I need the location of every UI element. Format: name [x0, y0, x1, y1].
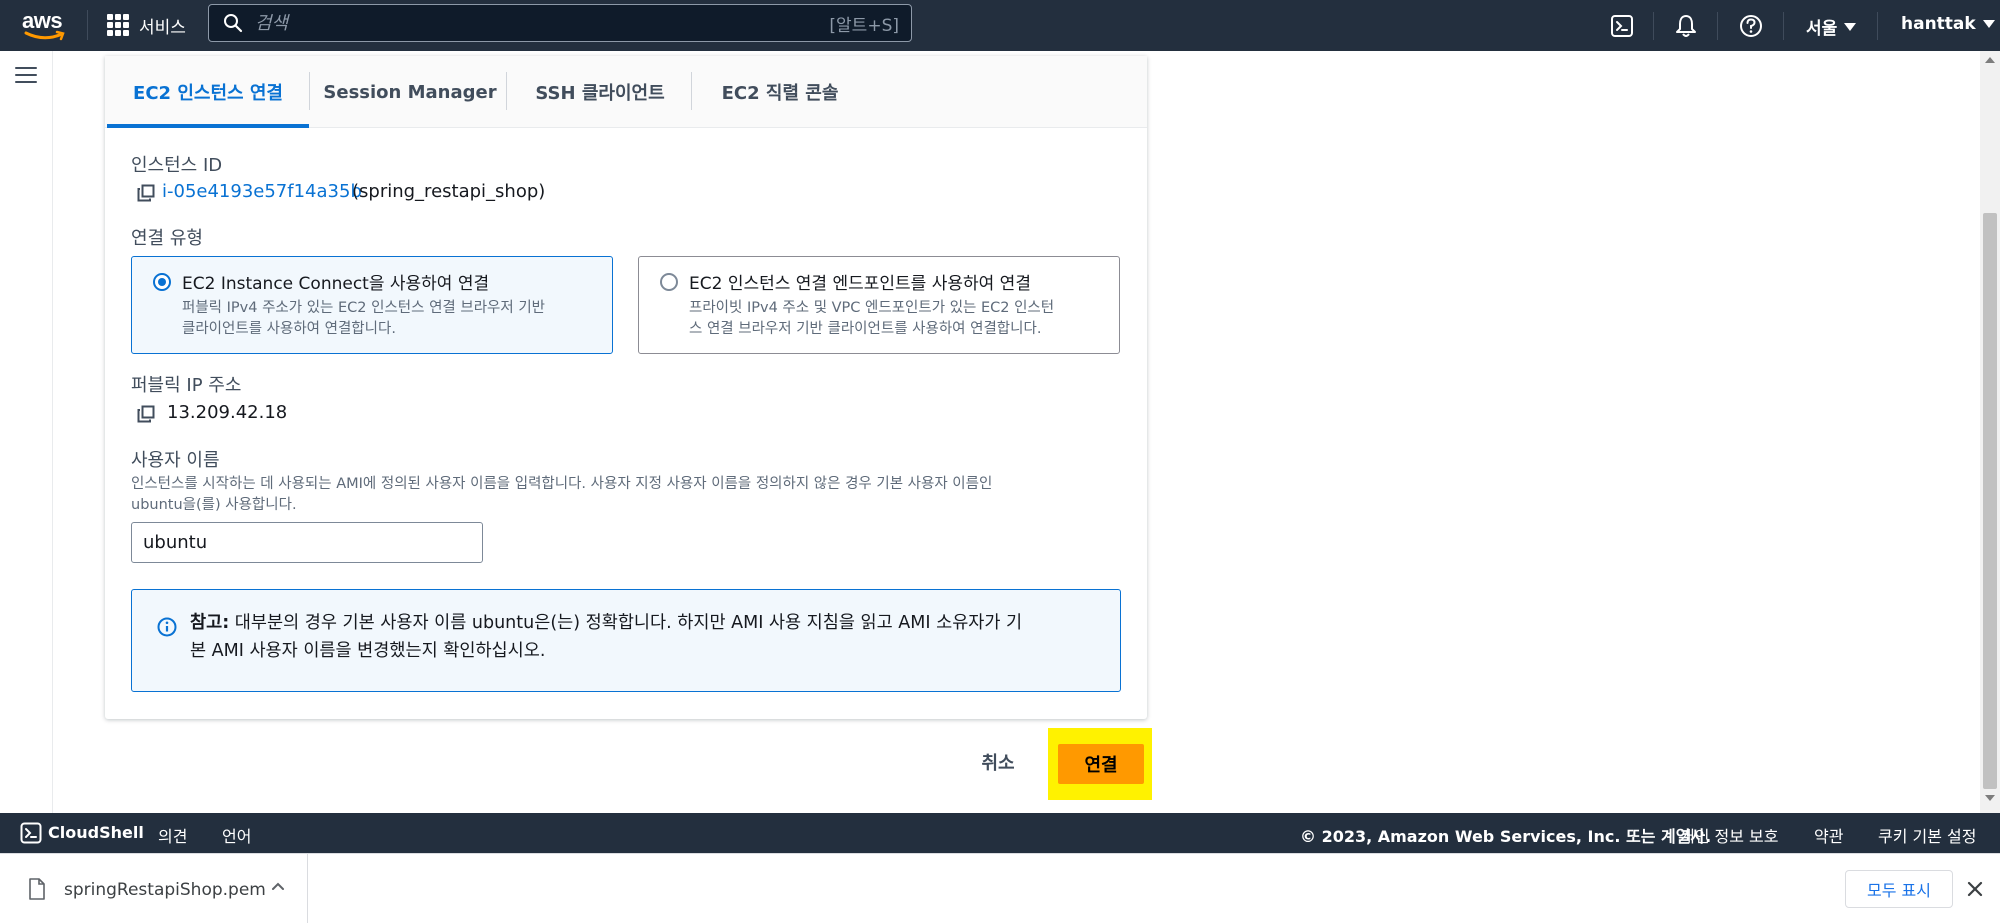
cloudshell-icon[interactable]: [1608, 12, 1636, 40]
footer-cloudshell-link[interactable]: CloudShell: [48, 823, 144, 842]
scroll-down-arrow-icon[interactable]: [1985, 795, 1995, 801]
connection-option-instance-connect[interactable]: EC2 Instance Connect을 사용하여 연결 퍼블릭 IPv4 주…: [131, 256, 613, 354]
notifications-bell-icon[interactable]: [1672, 12, 1700, 40]
public-ip-label: 퍼블릭 IP 주소: [131, 375, 242, 396]
nav-divider: [1717, 12, 1718, 40]
active-tab-indicator: [107, 124, 309, 128]
search-input[interactable]: [255, 8, 830, 38]
connection-type-label: 연결 유형: [131, 228, 203, 249]
nav-divider: [1783, 12, 1784, 40]
page-scrollbar[interactable]: [1980, 51, 2000, 813]
instance-id-label: 인스턴스 ID: [131, 155, 223, 176]
username-label: 사용자 이름: [131, 450, 220, 471]
menu-hamburger-icon[interactable]: [15, 67, 37, 85]
footer-cookie-preferences-link[interactable]: 쿠키 기본 설정: [1878, 823, 1977, 847]
console-footer: CloudShell 의견 언어 © 2023, Amazon Web Serv…: [0, 813, 2000, 853]
chevron-up-icon[interactable]: [270, 878, 286, 894]
grid-icon: [107, 14, 129, 36]
region-selector[interactable]: 서울: [1806, 14, 1857, 39]
cancel-button[interactable]: 취소: [968, 744, 1028, 780]
footer-language-link[interactable]: 언어: [222, 823, 251, 847]
copy-icon[interactable]: [137, 405, 155, 423]
connect-instance-panel: EC2 인스턴스 연결 Session Manager SSH 클라이언트 EC…: [105, 56, 1147, 719]
downloaded-file-name[interactable]: springRestapiShop.pem: [64, 880, 266, 900]
footer-copyright: © 2023, Amazon Web Services, Inc. 또는 계열사…: [1300, 827, 1712, 846]
footer-feedback-link[interactable]: 의견: [158, 823, 187, 847]
top-navigation: aws 서비스 [알트+S] 서울: [0, 0, 2000, 51]
instance-name: (spring_restapi_shop): [352, 181, 546, 202]
tab-ec2-serial-console[interactable]: EC2 직렬 콘솔: [692, 56, 868, 128]
caret-down-icon: [1982, 20, 1995, 28]
option-title: EC2 Instance Connect을 사용하여 연결: [182, 274, 490, 294]
aws-logo[interactable]: aws: [22, 8, 68, 42]
cloudshell-icon[interactable]: [20, 822, 42, 844]
tab-ssh-client[interactable]: SSH 클라이언트: [507, 56, 693, 128]
tab-label: EC2 인스턴스 연결: [133, 83, 283, 104]
tab-label: Session Manager: [323, 81, 497, 103]
nav-divider: [87, 10, 88, 40]
services-menu-button[interactable]: 서비스: [107, 10, 186, 40]
close-icon[interactable]: [1966, 880, 1984, 898]
radio-selected[interactable]: [153, 273, 171, 291]
option-description: 프라이빗 IPv4 주소 및 VPC 엔드포인트가 있는 EC2 인스턴 스 연…: [689, 300, 1055, 337]
scroll-up-arrow-icon[interactable]: [1985, 57, 1995, 63]
nav-divider: [1653, 12, 1654, 40]
caret-down-icon: [1844, 22, 1857, 31]
instance-id-link[interactable]: i-05e4193e57f14a35b: [162, 181, 362, 202]
connection-option-endpoint[interactable]: EC2 인스턴스 연결 엔드포인트를 사용하여 연결 프라이빗 IPv4 주소 …: [638, 256, 1120, 354]
footer-terms-link[interactable]: 약관: [1814, 823, 1843, 847]
services-label: 서비스: [139, 17, 186, 38]
nav-divider: [1877, 12, 1878, 40]
account-menu[interactable]: hanttak: [1901, 14, 1995, 34]
download-divider: [307, 854, 308, 923]
region-label: 서울: [1806, 19, 1838, 39]
side-navigation-strip: [0, 51, 53, 813]
info-icon: [157, 617, 177, 637]
option-title: EC2 인스턴스 연결 엔드포인트를 사용하여 연결: [689, 274, 1031, 294]
username-input[interactable]: [131, 522, 483, 563]
file-icon: [29, 878, 45, 900]
public-ip-value: 13.209.42.18: [167, 402, 288, 423]
connect-button[interactable]: 연결: [1058, 744, 1144, 784]
search-icon: [224, 14, 243, 33]
username-help-text: 인스턴스를 시작하는 데 사용되는 AMI에 정의된 사용자 이름을 입력합니다…: [131, 476, 993, 513]
tab-label: EC2 직렬 콘솔: [721, 83, 839, 104]
copy-icon[interactable]: [137, 184, 155, 202]
show-all-downloads-button[interactable]: 모두 표시: [1845, 870, 1953, 908]
option-description: 퍼블릭 IPv4 주소가 있는 EC2 인스턴스 연결 브라우저 기반 클라이언…: [182, 300, 546, 337]
footer-privacy-link[interactable]: 개인 정보 보호: [1680, 823, 1779, 847]
radio-unselected[interactable]: [660, 273, 678, 291]
info-message: 참고: 대부분의 경우 기본 사용자 이름 ubuntu은(는) 정확합니다. …: [190, 613, 1023, 661]
connection-method-tabs: EC2 인스턴스 연결 Session Manager SSH 클라이언트 EC…: [105, 56, 1147, 128]
help-icon[interactable]: [1737, 12, 1765, 40]
scrollbar-thumb[interactable]: [1983, 213, 1997, 789]
aws-smile-icon: [24, 30, 65, 41]
browser-download-bar: springRestapiShop.pem 모두 표시: [0, 853, 2000, 923]
info-alert: 참고: 대부분의 경우 기본 사용자 이름 ubuntu은(는) 정확합니다. …: [131, 589, 1121, 692]
tab-session-manager[interactable]: Session Manager: [310, 56, 510, 128]
tab-label: SSH 클라이언트: [535, 83, 665, 104]
search-bar[interactable]: [알트+S]: [208, 4, 912, 42]
account-username: hanttak: [1901, 14, 1976, 34]
tab-ec2-instance-connect[interactable]: EC2 인스턴스 연결: [107, 56, 309, 128]
search-shortcut-hint: [알트+S]: [829, 15, 899, 36]
